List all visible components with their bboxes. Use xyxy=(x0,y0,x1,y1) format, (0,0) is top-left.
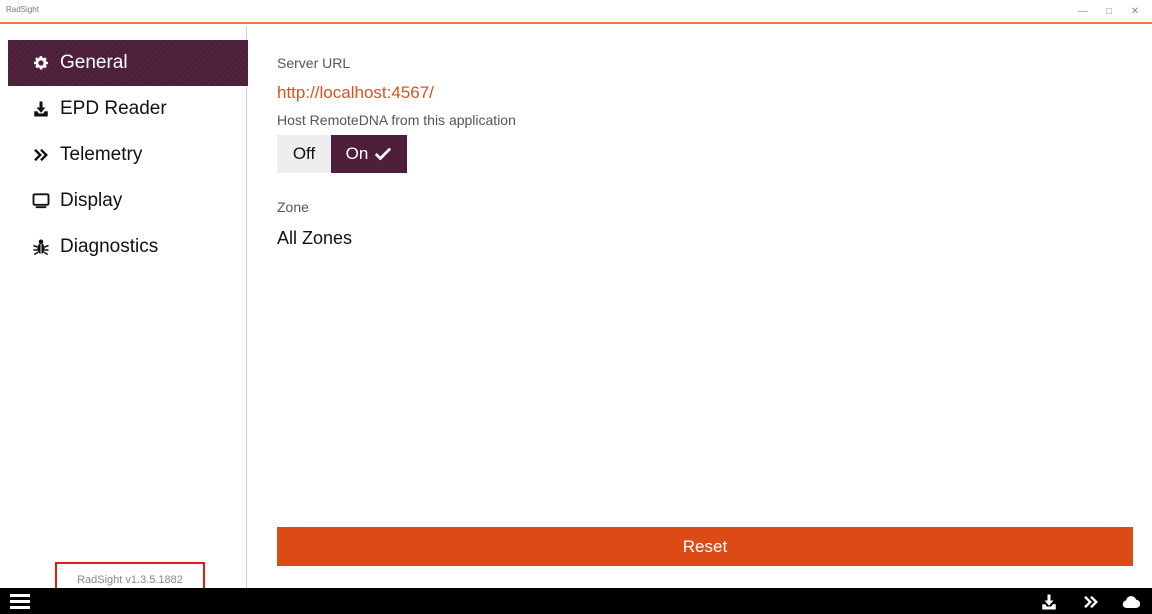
bottom-bar xyxy=(0,588,1152,614)
host-remotedna-label: Host RemoteDNA from this application xyxy=(277,112,516,128)
zone-label: Zone xyxy=(277,199,309,215)
server-url-value[interactable]: http://localhost:4567/ xyxy=(277,83,434,103)
toggle-on-label: On xyxy=(345,144,369,163)
host-remotedna-toggle[interactable]: Off On xyxy=(277,135,407,173)
checkmark-icon xyxy=(375,147,392,161)
server-url-label: Server URL xyxy=(277,55,351,71)
sidebar: General EPD Reader Telemetry Display Dia… xyxy=(0,26,248,598)
monitor-icon xyxy=(30,191,52,211)
toggle-off-label: Off xyxy=(292,144,316,163)
sidebar-item-diagnostics[interactable]: Diagnostics xyxy=(8,224,248,270)
restore-button[interactable]: □ xyxy=(1096,3,1122,19)
window-title: RadSight xyxy=(6,5,39,14)
minimize-button[interactable]: — xyxy=(1070,3,1096,19)
reset-button[interactable]: Reset xyxy=(277,527,1133,566)
window-controls: — □ ✕ xyxy=(1070,3,1148,19)
sidebar-item-label: Telemetry xyxy=(60,144,143,165)
toggle-off-option[interactable]: Off xyxy=(277,135,331,173)
download-icon[interactable] xyxy=(1038,592,1060,612)
bug-icon xyxy=(30,237,52,257)
sidebar-item-telemetry[interactable]: Telemetry xyxy=(8,132,248,178)
gear-icon xyxy=(30,53,52,73)
main-content: Server URL http://localhost:4567/ Host R… xyxy=(248,26,1152,588)
title-bar: RadSight — □ ✕ xyxy=(0,0,1152,24)
sidebar-item-general[interactable]: General xyxy=(8,40,248,86)
menu-icon[interactable] xyxy=(10,594,30,610)
sidebar-item-epd-reader[interactable]: EPD Reader xyxy=(8,86,248,132)
double-chevron-right-icon xyxy=(30,145,52,165)
sidebar-item-label: Display xyxy=(60,190,123,211)
sidebar-item-label: General xyxy=(60,52,128,73)
sidebar-item-label: EPD Reader xyxy=(60,98,167,119)
cloud-icon[interactable] xyxy=(1120,592,1142,612)
double-chevron-right-icon[interactable] xyxy=(1080,592,1102,612)
zone-value[interactable]: All Zones xyxy=(277,228,352,249)
toggle-on-option[interactable]: On xyxy=(331,135,407,173)
close-button[interactable]: ✕ xyxy=(1122,3,1148,19)
download-icon xyxy=(30,99,52,119)
sidebar-item-display[interactable]: Display xyxy=(8,178,248,224)
sidebar-item-label: Diagnostics xyxy=(60,236,159,257)
